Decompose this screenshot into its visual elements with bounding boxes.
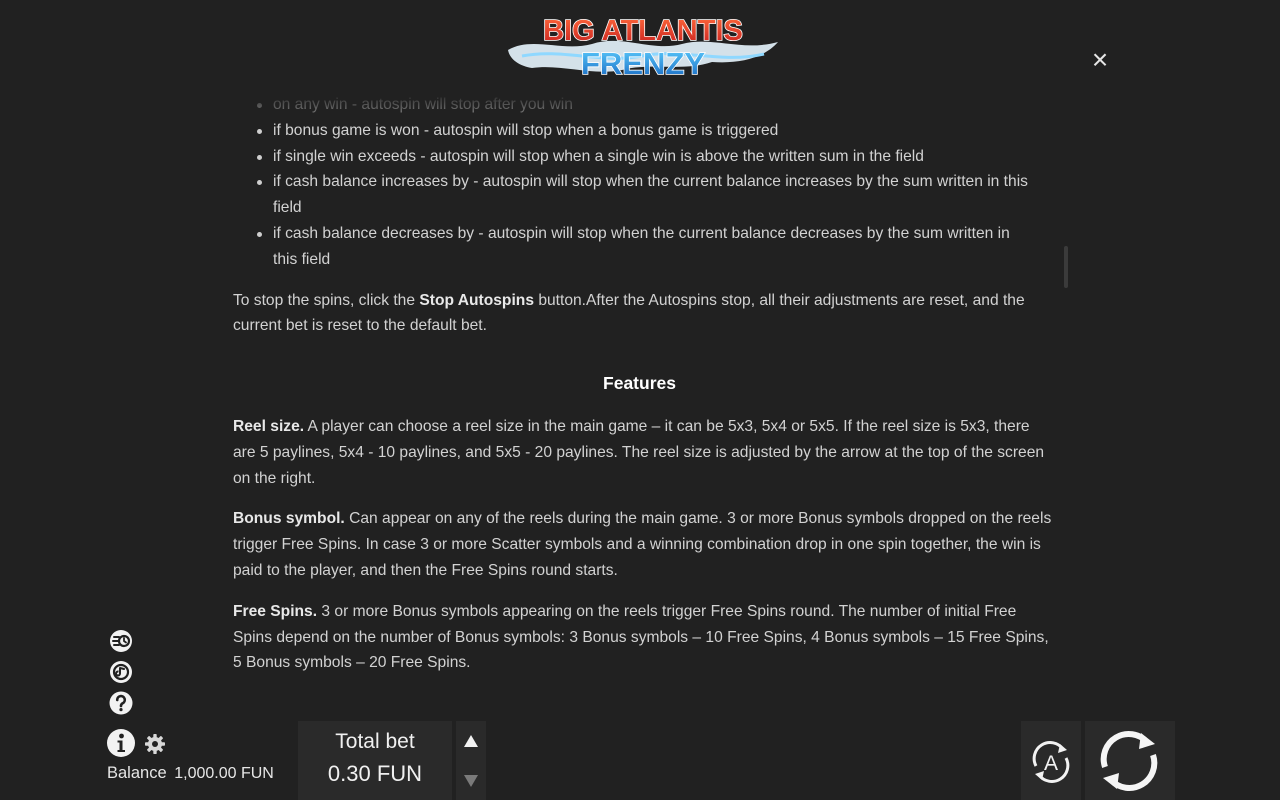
gear-icon[interactable]	[144, 733, 166, 755]
feature-text: 3 or more Bonus symbols appearing on the…	[233, 602, 1049, 672]
logo-title-line1: BIG ATLANTIS	[543, 15, 743, 47]
autoplay-label: A	[1044, 752, 1058, 775]
paragraph-text: To stop the spins, click the	[233, 291, 420, 309]
total-bet-value: 0.30 FUN	[327, 761, 423, 786]
info-icon[interactable]	[106, 728, 136, 758]
features-heading: Features	[603, 373, 676, 394]
feature-title: Reel size.	[233, 417, 305, 435]
sound-icon[interactable]	[108, 659, 134, 685]
logo-title-line2: FRENZY	[581, 46, 705, 81]
list-item: if single win exceeds - autospin will st…	[257, 144, 1053, 170]
help-icon[interactable]	[108, 690, 134, 716]
paragraph-bold: Stop Autospins	[419, 291, 534, 309]
feature-text: Can appear on any of the reels during th…	[233, 510, 1052, 579]
autospin-options-list: on any win - autospin will stop after yo…	[233, 92, 1053, 273]
autoplay-button[interactable]: A	[1021, 721, 1081, 800]
list-item: if bonus game is won - autospin will sto…	[257, 118, 1053, 144]
list-item: if cash balance increases by - autospin …	[257, 169, 1053, 221]
autoplay-icon: A	[1032, 741, 1070, 783]
total-bet-label: Total bet	[335, 730, 415, 753]
spin-button[interactable]	[1085, 721, 1175, 800]
feature-free-spins: Free Spins. 3 or more Bonus symbols appe…	[233, 599, 1053, 676]
balance-value: 1,000.00 FUN	[174, 765, 274, 782]
feature-text: A player can choose a reel size in the m…	[233, 417, 1045, 487]
list-item: if cash balance decreases by - autospin …	[257, 221, 1053, 273]
total-bet-panel: Total bet 0.30 FUN	[298, 721, 452, 800]
fast-spin-icon[interactable]	[108, 628, 134, 654]
rules-content[interactable]: on any win - autospin will stop after yo…	[233, 92, 1053, 704]
bet-increase-icon[interactable]	[463, 734, 479, 748]
game-logo: BIG ATLANTIS FRENZY	[508, 14, 778, 82]
balance-label: Balance	[107, 764, 167, 782]
list-item: on any win - autospin will stop after yo…	[257, 92, 1053, 118]
scrollbar-thumb[interactable]	[1064, 246, 1068, 288]
feature-title: Free Spins.	[233, 602, 318, 620]
bet-stepper	[456, 721, 486, 800]
bet-decrease-icon[interactable]	[463, 774, 479, 788]
close-button[interactable]: ×	[1086, 46, 1114, 74]
stop-autospins-paragraph: To stop the spins, click the Stop Autosp…	[233, 288, 1053, 340]
balance-display: Balance 1,000.00 FUN	[107, 764, 274, 783]
feature-bonus-symbol: Bonus symbol. Can appear on any of the r…	[233, 506, 1053, 583]
feature-title: Bonus symbol.	[233, 510, 345, 528]
spin-icon	[1100, 731, 1158, 791]
feature-reel-size: Reel size. A player can choose a reel si…	[233, 414, 1053, 491]
